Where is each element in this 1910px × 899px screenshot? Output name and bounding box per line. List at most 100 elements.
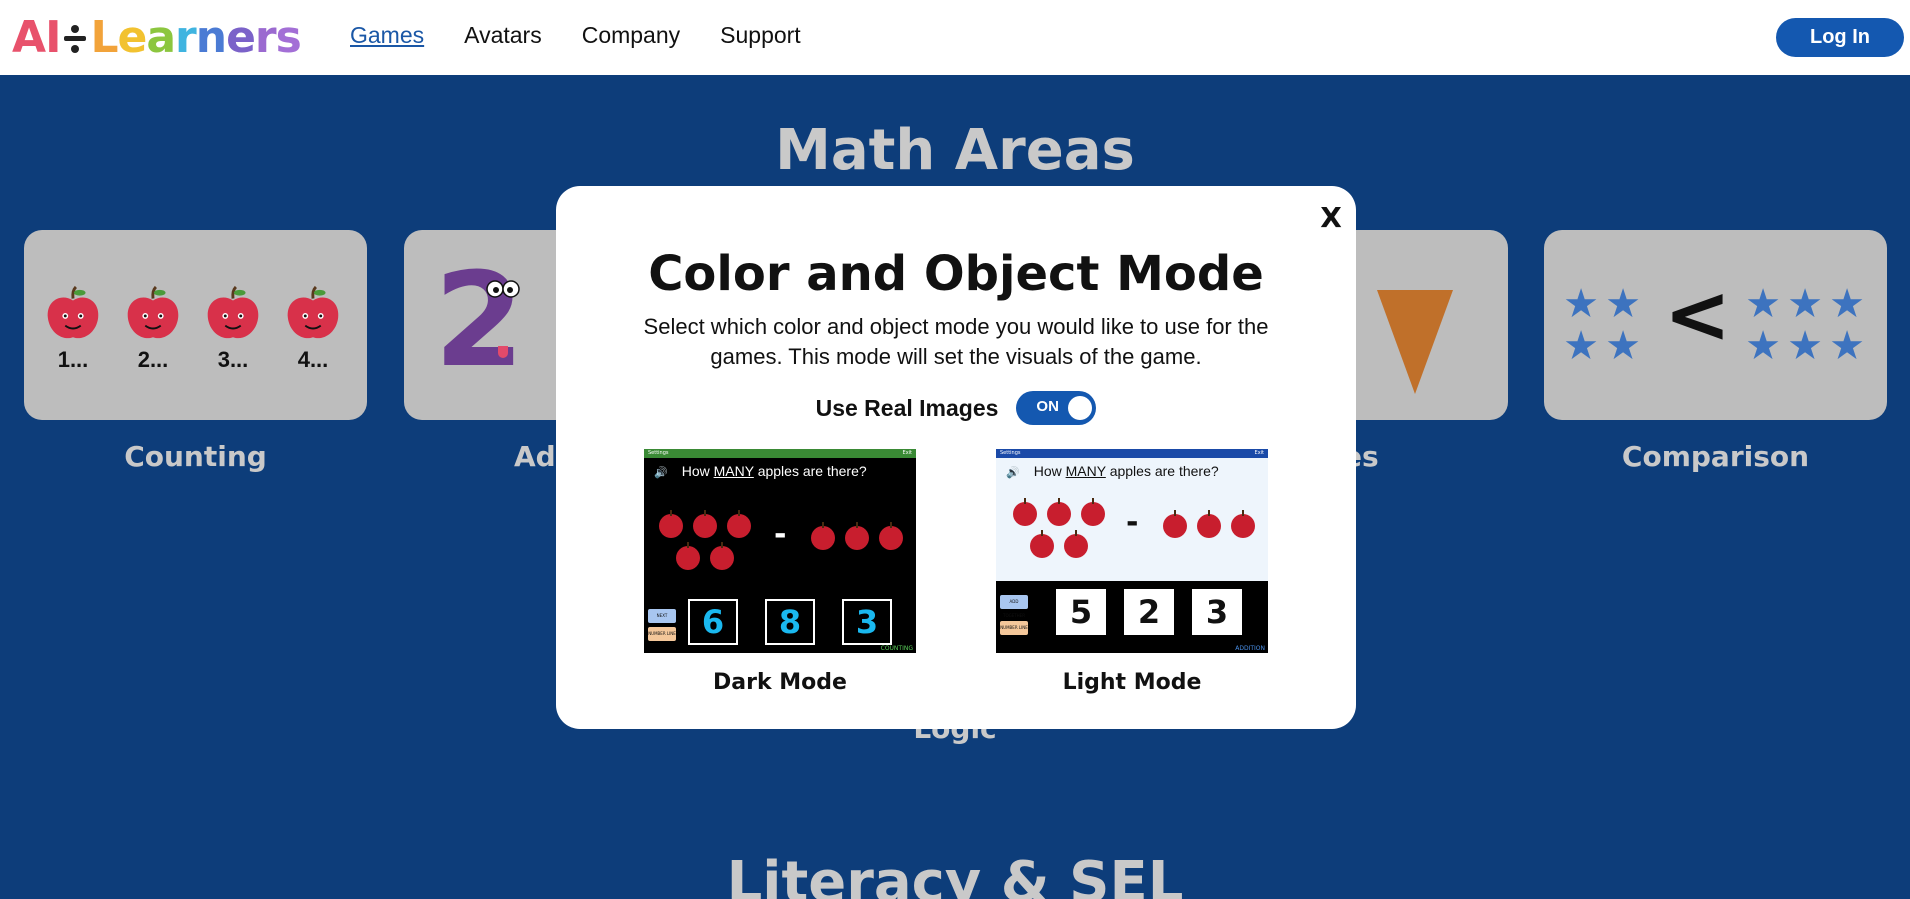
preview-apples: -: [656, 509, 906, 579]
apple-icon: [727, 510, 751, 538]
apple-icon: [1030, 530, 1054, 558]
preview-answer-row: ADD TOGETHER NUMBER LINE 5 2 3 ADDITION: [996, 581, 1268, 653]
preview-corner-tag: COUNTING: [880, 645, 913, 652]
apple-icon: [845, 522, 869, 550]
comparison-label: Comparison: [1621, 440, 1810, 473]
literacy-sel-title: Literacy & SEL: [726, 850, 1184, 899]
answer-box: 2: [1124, 589, 1174, 635]
dark-mode-preview[interactable]: Settings Exit 🔊 How MANY apples are there…: [644, 449, 916, 653]
preview-side-button: NUMBER LINE: [648, 627, 676, 641]
preview-question: 🔊 How MANY apples are there?: [654, 463, 867, 479]
star-icon: ★: [1605, 323, 1641, 369]
preview-side-button: NEXT: [648, 609, 676, 623]
minus-sign: -: [1126, 505, 1139, 540]
speaker-icon: 🔊: [1006, 467, 1020, 479]
logo-letter: r: [175, 12, 197, 63]
apple-icon: [879, 522, 903, 550]
logo-letter: L: [90, 12, 118, 63]
apple-icon: [287, 285, 339, 339]
answer-box: 3: [1192, 589, 1242, 635]
answer-box: 8: [765, 599, 815, 645]
less-than-symbol: <: [1664, 268, 1732, 361]
light-mode-preview[interactable]: Settings Exit 🔊 How MANY apples are there…: [996, 449, 1268, 653]
nav-company[interactable]: Company: [582, 22, 680, 49]
triangle-shape-icon: [1377, 290, 1453, 394]
comparison-card[interactable]: ★ ★ ★ ★ < ★ ★ ★ ★ ★ ★: [1544, 230, 1887, 420]
star-icon: ★: [1563, 281, 1599, 327]
star-icon: ★: [1787, 281, 1823, 327]
color-mode-modal: X Color and Object Mode Select which col…: [556, 186, 1356, 729]
count-label: 4...: [297, 347, 329, 372]
star-icon: ★: [1605, 281, 1641, 327]
count-label: 1...: [57, 347, 89, 372]
preview-top-bar: Settings Exit: [996, 449, 1268, 458]
apple-icon: [659, 510, 683, 538]
preview-question: 🔊 How MANY apples are there?: [1006, 463, 1219, 479]
stars-group-right: ★ ★ ★ ★ ★ ★: [1744, 281, 1866, 369]
apple-icon: [1013, 498, 1037, 526]
preview-exit-text: Exit: [902, 450, 912, 456]
preview-top-bar: Settings Exit: [644, 449, 916, 458]
apple-icon: [1231, 510, 1255, 538]
preview-answer-row: NEXT NUMBER LINE 6 8 3 COUNTING: [644, 589, 916, 653]
minus-sign: -: [774, 517, 787, 552]
real-images-toggle-row: Use Real Images ON: [556, 391, 1356, 425]
main-nav: Games Avatars Company Support: [350, 22, 801, 49]
toggle-state: ON: [1036, 398, 1059, 415]
nav-games[interactable]: Games: [350, 22, 424, 49]
apple-icon: [1081, 498, 1105, 526]
speaker-icon: 🔊: [654, 467, 668, 479]
star-icon: ★: [1829, 281, 1865, 327]
preview-settings-text: Settings: [648, 450, 669, 456]
tongue-icon: [498, 346, 508, 358]
logo-letter: I: [45, 12, 61, 63]
counting-card[interactable]: 1... 2... 3... 4...: [24, 230, 367, 420]
apple-icon: [207, 285, 259, 339]
counting-label: Counting: [124, 440, 267, 473]
nav-avatars[interactable]: Avatars: [464, 22, 542, 49]
logo-letter: A: [12, 12, 46, 63]
logo-letter: e: [226, 12, 256, 63]
apple-icon: [127, 285, 179, 339]
star-icon: ★: [1787, 323, 1823, 369]
modal-description: Select which color and object mode you w…: [643, 314, 1269, 369]
apple-icon: [1064, 530, 1088, 558]
apple-icon: [676, 542, 700, 570]
star-icon: ★: [1829, 323, 1865, 369]
apple-icon: [693, 510, 717, 538]
apple-icon: [47, 285, 99, 339]
preview-corner-tag: ADDITION: [1235, 645, 1265, 652]
apple-icon: [1163, 510, 1187, 538]
preview-side-button: NUMBER LINE: [1000, 621, 1028, 635]
ai-learners-logo[interactable]: A I Learners: [12, 12, 302, 63]
count-label: 3...: [217, 347, 249, 372]
real-images-toggle[interactable]: ON: [1016, 391, 1097, 425]
number-two-character: 2: [434, 244, 525, 396]
answer-box: 5: [1056, 589, 1106, 635]
addition-label: Ad: [514, 440, 556, 473]
logo-letter: n: [195, 12, 227, 63]
site-header: A I Learners Games Avatars Company Suppo…: [0, 0, 1910, 75]
apple-icon: [710, 542, 734, 570]
modal-title: Color and Object Mode: [648, 246, 1264, 302]
star-icon: ★: [1745, 281, 1781, 327]
logo-letter: a: [146, 12, 176, 63]
answer-box: 3: [842, 599, 892, 645]
nav-support[interactable]: Support: [720, 22, 801, 49]
apple-icon: [811, 522, 835, 550]
star-icon: ★: [1563, 323, 1599, 369]
answer-box: 6: [688, 599, 738, 645]
math-areas-title: Math Areas: [775, 118, 1135, 183]
preview-settings-text: Settings: [1000, 450, 1021, 456]
logo-letter: e: [117, 12, 147, 63]
dark-mode-label[interactable]: Dark Mode: [644, 670, 916, 695]
preview-side-button: ADD TOGETHER: [1000, 595, 1028, 618]
preview-apples: -: [1008, 497, 1258, 567]
light-mode-label[interactable]: Light Mode: [996, 670, 1268, 695]
login-button[interactable]: Log In: [1776, 18, 1904, 57]
count-label: 2...: [137, 347, 169, 372]
toggle-label: Use Real Images: [815, 394, 999, 421]
close-button[interactable]: X: [1316, 203, 1346, 233]
logo-letter: s: [275, 12, 302, 63]
preview-exit-text: Exit: [1254, 450, 1264, 456]
